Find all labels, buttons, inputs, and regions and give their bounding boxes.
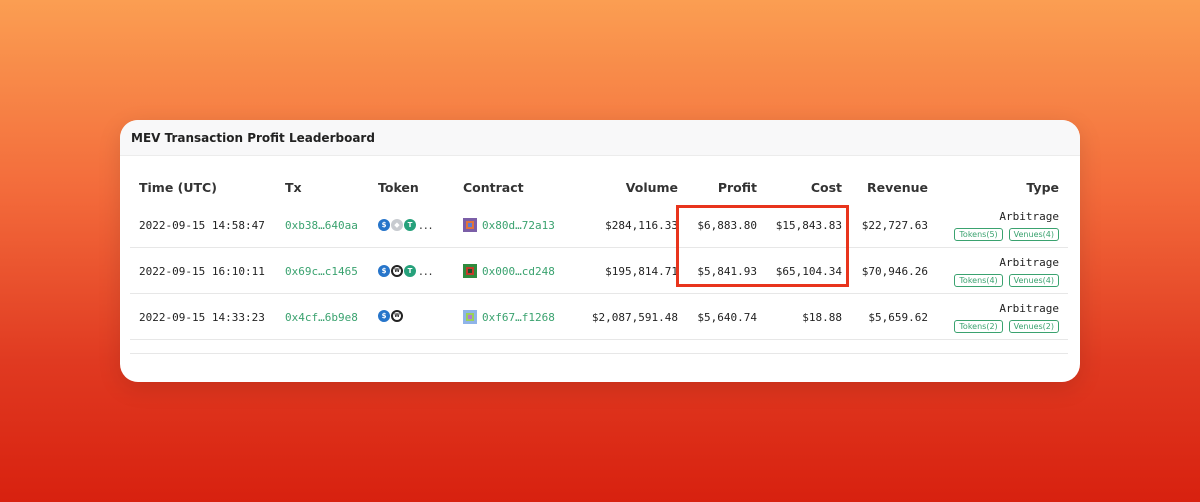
card-header: MEV Transaction Profit Leaderboard — [120, 120, 1080, 156]
contract-address-link[interactable]: 0x80d…72a13 — [482, 219, 555, 232]
row-volume: $284,116.33 — [605, 219, 678, 232]
row-time: 2022-09-15 14:33:23 — [139, 311, 265, 324]
row-profit: $5,640.74 — [697, 311, 757, 324]
type-badges: Tokens(5) Venues(4) — [954, 228, 1059, 241]
contract-avatar-icon — [463, 264, 477, 278]
tokens-badge[interactable]: Tokens(5) — [954, 228, 1003, 241]
table-row[interactable]: 2022-09-15 14:33:23 0x4cf…6b9e8 $ W 0xf6… — [130, 294, 1068, 340]
row-type: Arbitrage — [999, 210, 1059, 223]
contract-address-link[interactable]: 0xf67…f1268 — [482, 311, 555, 324]
column-header-token[interactable]: Token — [378, 180, 419, 195]
column-header-volume[interactable]: Volume — [626, 180, 678, 195]
token-list: $ ◆ T ... — [378, 218, 433, 232]
wbtc-icon[interactable]: W — [391, 265, 403, 277]
page-title: MEV Transaction Profit Leaderboard — [131, 131, 375, 145]
usdt-icon[interactable]: T — [404, 265, 416, 277]
row-type: Arbitrage — [999, 302, 1059, 315]
tx-hash-link[interactable]: 0x69c…c1465 — [285, 265, 358, 278]
usdc-icon[interactable]: $ — [378, 265, 390, 277]
column-header-tx[interactable]: Tx — [285, 180, 302, 195]
row-time: 2022-09-15 16:10:11 — [139, 265, 265, 278]
table-row[interactable]: 2022-09-15 14:58:47 0xb38…640aa $ ◆ T ..… — [130, 202, 1068, 248]
row-volume: $2,087,591.48 — [591, 311, 678, 324]
leaderboard-card: MEV Transaction Profit Leaderboard Time … — [120, 120, 1080, 382]
row-revenue: $5,659.62 — [868, 311, 928, 324]
column-header-profit[interactable]: Profit — [718, 180, 757, 195]
column-header-contract[interactable]: Contract — [463, 180, 524, 195]
tokens-badge[interactable]: Tokens(2) — [954, 320, 1003, 333]
wbtc-icon[interactable]: W — [391, 310, 403, 322]
table-footer-divider — [130, 340, 1068, 354]
column-header-revenue[interactable]: Revenue — [867, 180, 928, 195]
type-badges: Tokens(2) Venues(2) — [954, 320, 1059, 333]
token-list: $ W — [378, 310, 406, 322]
row-type: Arbitrage — [999, 256, 1059, 269]
eth-icon[interactable]: ◆ — [391, 219, 403, 231]
token-list: $ W T ... — [378, 264, 433, 278]
venues-badge[interactable]: Venues(4) — [1008, 274, 1059, 287]
tokens-badge[interactable]: Tokens(4) — [954, 274, 1003, 287]
usdt-icon[interactable]: T — [404, 219, 416, 231]
profit-cost-highlight-box — [676, 205, 849, 287]
venues-badge[interactable]: Venues(2) — [1008, 320, 1059, 333]
more-tokens[interactable]: ... — [419, 218, 433, 232]
table-row[interactable]: 2022-09-15 16:10:11 0x69c…c1465 $ W T ..… — [130, 248, 1068, 294]
row-time: 2022-09-15 14:58:47 — [139, 219, 265, 232]
venues-badge[interactable]: Venues(4) — [1008, 228, 1059, 241]
usdc-icon[interactable]: $ — [378, 219, 390, 231]
row-revenue: $70,946.26 — [861, 265, 928, 278]
row-revenue: $22,727.63 — [861, 219, 928, 232]
column-header-time[interactable]: Time (UTC) — [139, 180, 217, 195]
tx-hash-link[interactable]: 0xb38…640aa — [285, 219, 358, 232]
row-volume: $195,814.71 — [605, 265, 678, 278]
more-tokens[interactable]: ... — [419, 264, 433, 278]
contract-address-link[interactable]: 0x000…cd248 — [482, 265, 555, 278]
contract-avatar-icon — [463, 218, 477, 232]
tx-hash-link[interactable]: 0x4cf…6b9e8 — [285, 311, 358, 324]
contract-avatar-icon — [463, 310, 477, 324]
type-badges: Tokens(4) Venues(4) — [954, 274, 1059, 287]
row-cost: $18.88 — [802, 311, 842, 324]
usdc-icon[interactable]: $ — [378, 310, 390, 322]
column-header-cost[interactable]: Cost — [811, 180, 842, 195]
column-header-type[interactable]: Type — [1026, 180, 1059, 195]
